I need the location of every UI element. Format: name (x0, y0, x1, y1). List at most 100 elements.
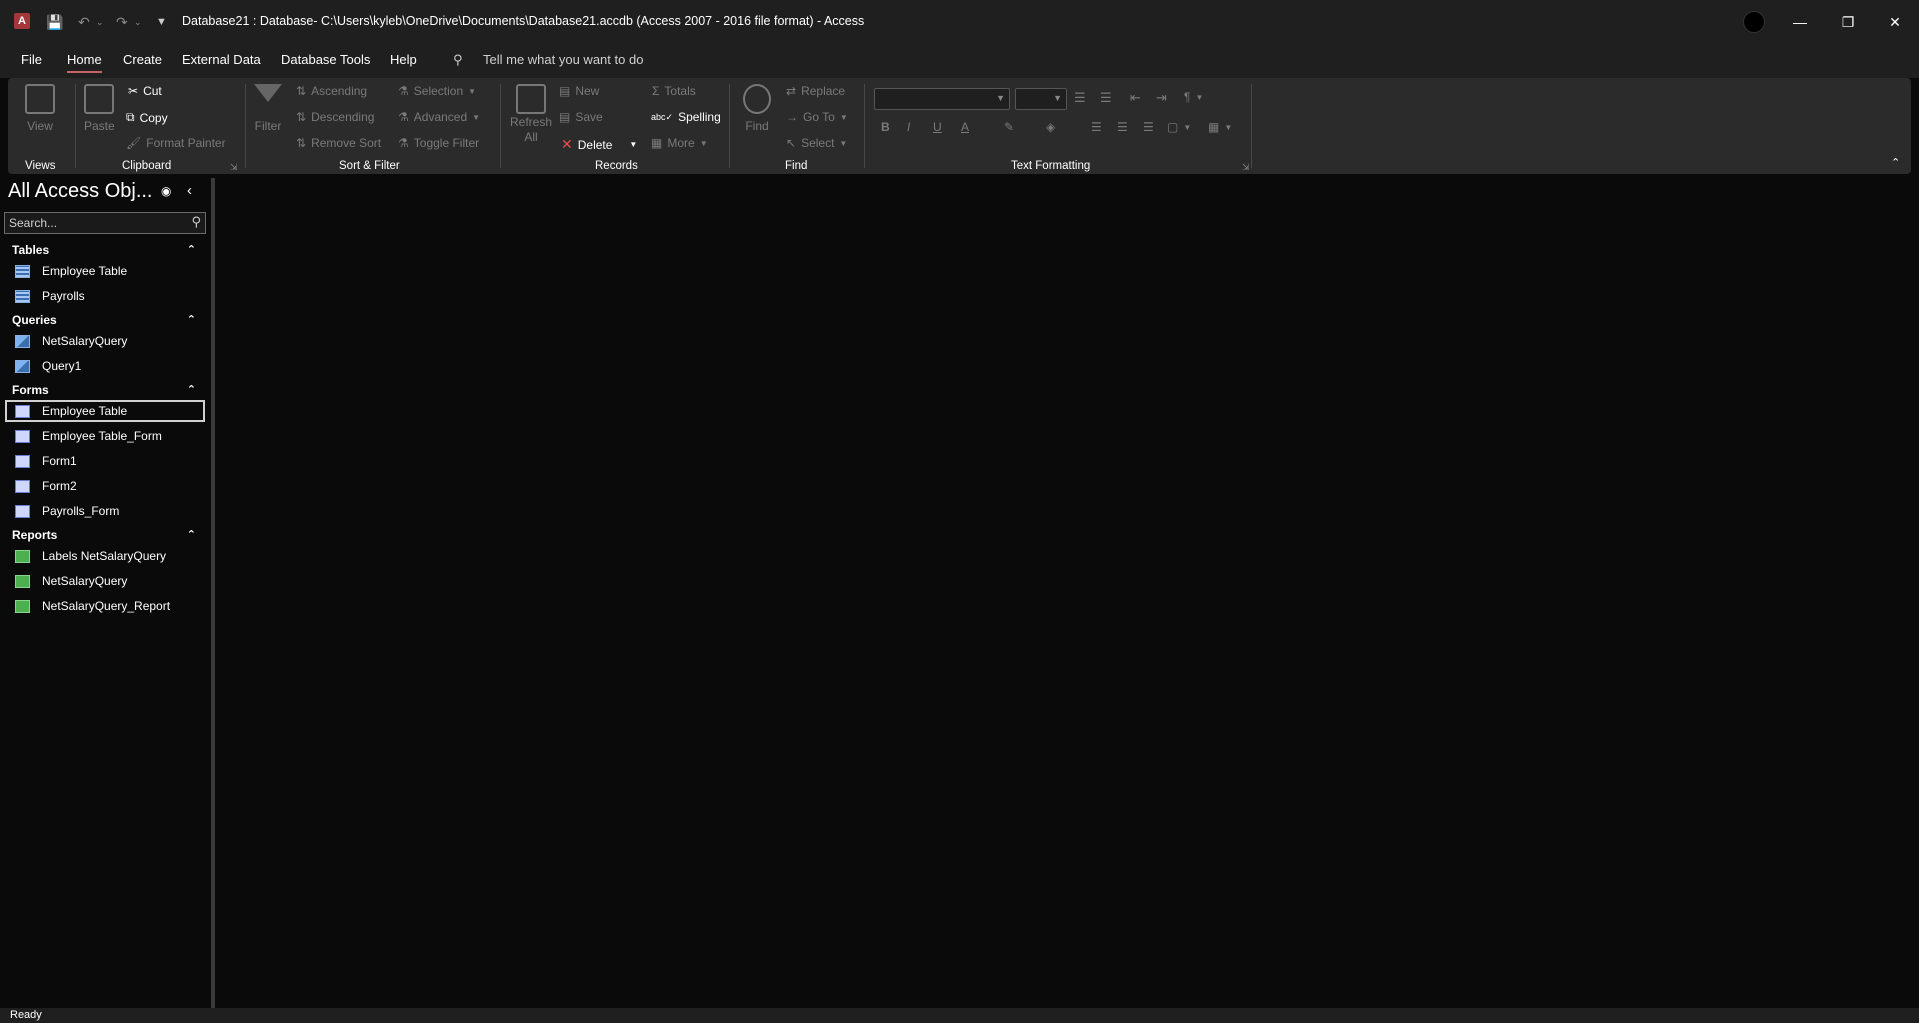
tab-home[interactable]: Home (67, 52, 102, 73)
collapse-icon: ⌃ (186, 314, 196, 326)
advanced-button[interactable]: ⚗ Advanced ▼ (398, 110, 480, 124)
list-item[interactable]: NetSalaryQuery (5, 570, 205, 592)
search-input[interactable] (9, 215, 179, 231)
section-header-reports[interactable]: Reports ⌃ (0, 525, 206, 545)
tab-help[interactable]: Help (390, 52, 417, 67)
search-icon[interactable]: ⚲ (191, 214, 201, 230)
spelling-button[interactable]: abc✓ Spelling (651, 110, 721, 124)
save-record-button[interactable]: ▤ Save (559, 110, 603, 124)
selection-button[interactable]: ⚗ Selection ▼ (398, 84, 476, 98)
goto-button[interactable]: → Go To ▼ (786, 110, 848, 124)
paste-button[interactable]: Paste (84, 84, 115, 133)
list-item[interactable]: Employee Table (5, 260, 205, 282)
section-header-tables[interactable]: Tables ⌃ (0, 240, 206, 260)
nav-menu-dropdown-icon[interactable]: ◉ (161, 184, 171, 198)
gridlines-icon[interactable]: ▦ ▼ (1208, 120, 1232, 134)
shutter-bar-close-icon[interactable]: ‹ (187, 182, 192, 199)
undo-icon[interactable]: ↶ (78, 12, 90, 32)
tab-create[interactable]: Create (123, 52, 162, 67)
fill-color-icon[interactable]: ◈ (1046, 120, 1055, 134)
list-item[interactable]: Payrolls_Form (5, 500, 205, 522)
remove-sort-button[interactable]: ⇅ Remove Sort (296, 136, 381, 150)
toggle-filter-button[interactable]: ⚗ Toggle Filter (398, 136, 479, 150)
numbering-icon[interactable]: ☰ (1100, 90, 1112, 106)
minimize-button[interactable]: — (1776, 0, 1824, 44)
more-label: More (667, 136, 695, 150)
tab-file[interactable]: File (21, 52, 42, 67)
list-item[interactable]: Payrolls (5, 285, 205, 307)
text-formatting-launcher-icon[interactable]: ⇲ (1242, 162, 1250, 173)
list-item[interactable]: Query1 (5, 355, 205, 377)
delete-button[interactable]: ✕ Delete ▼ (561, 136, 637, 153)
chevron-down-icon[interactable]: ▼ (629, 140, 637, 149)
save-icon[interactable]: 💾 (46, 12, 63, 32)
highlight-icon[interactable]: ✎ (1004, 120, 1014, 134)
nav-pane-title[interactable]: All Access Obj... (8, 180, 153, 203)
align-left-icon[interactable]: ☰ (1091, 120, 1102, 134)
list-item-label: NetSalaryQuery_Report (42, 599, 171, 613)
list-item[interactable]: Employee Table (5, 400, 205, 422)
arrow-right-icon: → (786, 110, 798, 124)
more-button[interactable]: ▦ More ▼ (651, 136, 708, 150)
nav-search-box[interactable]: ⚲ (4, 212, 206, 234)
restore-button[interactable]: ❐ (1824, 0, 1872, 44)
redo-icon[interactable]: ↷ (116, 12, 128, 32)
undo-dropdown-icon[interactable]: ⌄ (96, 12, 104, 32)
list-item[interactable]: Form1 (5, 450, 205, 472)
paragraph-direction-icon[interactable]: ¶ ▼ (1184, 90, 1203, 104)
list-item[interactable]: Form2 (5, 475, 205, 497)
bullets-icon[interactable]: ☰ (1074, 90, 1086, 106)
totals-button[interactable]: Σ Totals (652, 84, 696, 98)
align-right-icon[interactable]: ☰ (1143, 120, 1154, 134)
refresh-all-label: All (524, 130, 538, 144)
section-header-forms[interactable]: Forms ⌃ (0, 380, 206, 400)
clipboard-launcher-icon[interactable]: ⇲ (230, 162, 238, 173)
list-item[interactable]: Employee Table_Form (5, 425, 205, 447)
select-label: Select (801, 136, 835, 150)
font-color-button[interactable]: A (961, 120, 969, 134)
descending-button[interactable]: ⇅ Descending (296, 110, 374, 124)
underline-button[interactable]: U (933, 120, 942, 134)
background-color-icon[interactable]: ▢ ▼ (1167, 120, 1191, 134)
bold-button[interactable]: B (881, 120, 890, 134)
view-button[interactable]: View (25, 84, 55, 133)
replace-button[interactable]: ⇄ Replace (786, 84, 845, 98)
grid-icon: ▦ (651, 136, 663, 150)
report-icon (15, 549, 30, 563)
select-button[interactable]: ↖ Select ▼ (786, 136, 847, 150)
totals-label: Totals (664, 84, 696, 98)
font-name-combo[interactable]: ▼ (874, 88, 1010, 110)
tell-me-box[interactable]: Tell me what you want to do (483, 52, 643, 67)
decrease-indent-icon[interactable]: ⇤ (1130, 90, 1141, 106)
access-logo-icon[interactable]: A (14, 13, 30, 29)
section-header-queries[interactable]: Queries ⌃ (0, 310, 206, 330)
tab-external-data[interactable]: External Data (182, 52, 261, 67)
nav-pane-splitter[interactable] (211, 178, 215, 1008)
cut-button[interactable]: ✂ Cut (128, 84, 162, 98)
italic-button[interactable]: I (907, 120, 910, 134)
list-item[interactable]: NetSalaryQuery (5, 330, 205, 352)
collapse-ribbon-icon[interactable]: ⌃ (1891, 156, 1900, 169)
chevron-down-icon: ▼ (699, 138, 708, 148)
tab-database-tools[interactable]: Database Tools (281, 52, 370, 67)
increase-indent-icon[interactable]: ⇥ (1156, 90, 1167, 106)
funnel-icon (254, 84, 282, 114)
ascending-button[interactable]: ⇅ Ascending (296, 84, 367, 98)
new-record-button[interactable]: ▤ New (559, 84, 599, 98)
customize-qat-icon[interactable]: ▼ (156, 12, 167, 32)
align-center-icon[interactable]: ☰ (1117, 120, 1128, 134)
list-item[interactable]: NetSalaryQuery_Report (5, 595, 205, 617)
collapse-icon: ⌃ (186, 244, 196, 256)
list-item[interactable]: Labels NetSalaryQuery (5, 545, 205, 567)
copy-button[interactable]: ⧉ Copy (126, 110, 168, 125)
list-item-label: Query1 (42, 359, 82, 373)
filter-button[interactable]: Filter (254, 84, 282, 133)
font-size-combo[interactable]: ▼ (1015, 88, 1067, 110)
close-button[interactable]: ✕ (1871, 0, 1919, 44)
list-item-label: Payrolls (42, 289, 85, 303)
refresh-all-button[interactable]: Refresh All (510, 84, 552, 144)
format-painter-button[interactable]: 🖌 Format Painter (126, 136, 226, 150)
avatar[interactable] (1743, 11, 1765, 33)
find-button[interactable]: Find (743, 84, 771, 133)
redo-dropdown-icon[interactable]: ⌄ (134, 12, 142, 32)
